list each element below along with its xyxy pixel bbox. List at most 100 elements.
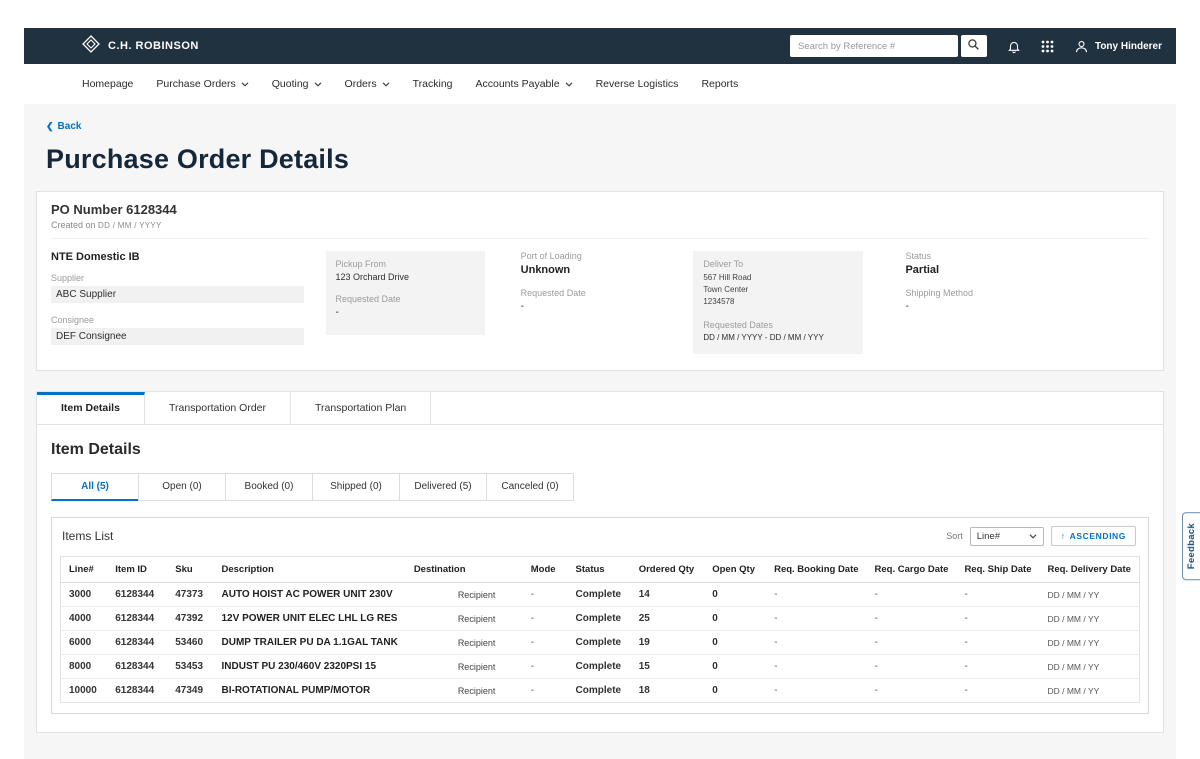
filter-tab-shipped-0[interactable]: Shipped (0) xyxy=(312,473,400,501)
port-of-loading-label: Port of Loading xyxy=(521,251,694,261)
pickup-panel: Pickup From 123 Orchard Drive Requested … xyxy=(326,251,485,335)
table-cell: DD / MM / YY xyxy=(1039,607,1139,631)
consignee-value: DEF Consignee xyxy=(51,328,304,345)
deliver-to-line: Town Center xyxy=(703,284,853,296)
table-cell: 18 xyxy=(631,679,705,703)
items-panel: Items List Sort Line# ↑ ASC xyxy=(51,517,1149,714)
nav-item-tracking[interactable]: Tracking xyxy=(413,78,453,90)
table-cell: DD / MM / YY xyxy=(1039,631,1139,655)
chevron-down-icon xyxy=(314,82,322,87)
search-button[interactable] xyxy=(961,35,987,57)
sort-label: Sort xyxy=(946,531,963,541)
table-row[interactable]: 10000612834447349BI-ROTATIONAL PUMP/MOTO… xyxy=(61,679,1139,703)
items-table-body: 3000612834447373AUTO HOIST AC POWER UNIT… xyxy=(61,583,1139,703)
nav-item-purchase-orders[interactable]: Purchase Orders xyxy=(156,78,248,90)
table-cell: - xyxy=(867,679,957,703)
back-link[interactable]: ❮Back xyxy=(46,121,81,132)
po-col-pickup: Pickup From 123 Orchard Drive Requested … xyxy=(326,251,507,354)
nav-item-homepage[interactable]: Homepage xyxy=(82,78,133,90)
nav-item-label: Accounts Payable xyxy=(476,78,560,90)
table-row[interactable]: 3000612834447373AUTO HOIST AC POWER UNIT… xyxy=(61,583,1139,607)
po-header: PO Number 6128344 Created on DD / MM / Y… xyxy=(51,202,1149,239)
sort-select[interactable]: Line# xyxy=(970,527,1044,546)
column-header-sku: Sku xyxy=(167,557,213,583)
search-input[interactable] xyxy=(790,35,958,57)
nav-item-label: Orders xyxy=(345,78,377,90)
nav-item-reports[interactable]: Reports xyxy=(701,78,738,90)
table-cell: AUTO HOIST AC POWER UNIT 230V xyxy=(214,583,406,607)
supplier-value: ABC Supplier xyxy=(51,286,304,303)
table-cell: - xyxy=(523,631,568,655)
column-header-item-id: Item ID xyxy=(107,557,167,583)
nav-item-label: Quoting xyxy=(272,78,309,90)
notifications-bell-icon[interactable] xyxy=(1007,39,1021,54)
port-of-loading-value: Unknown xyxy=(521,264,694,276)
table-cell: DUMP TRAILER PU DA 1.1GAL TANK xyxy=(214,631,406,655)
apps-grid-icon[interactable] xyxy=(1041,40,1054,53)
table-cell: 53460 xyxy=(167,631,213,655)
chevron-left-icon: ❮ xyxy=(46,121,54,132)
table-cell: - xyxy=(956,631,1039,655)
brand-name: C.H. ROBINSON xyxy=(108,40,199,52)
feedback-button[interactable]: Feedback xyxy=(1182,512,1200,580)
column-header-mode: Mode xyxy=(523,557,568,583)
items-list-title: Items List xyxy=(62,529,113,543)
table-row[interactable]: 400061283444739212V POWER UNIT ELEC LHL … xyxy=(61,607,1139,631)
table-cell: 0 xyxy=(704,631,766,655)
sort-direction-button[interactable]: ↑ ASCENDING xyxy=(1051,526,1136,546)
arrow-up-icon: ↑ xyxy=(1061,531,1066,541)
nav-item-orders[interactable]: Orders xyxy=(345,78,390,90)
table-cell: 6128344 xyxy=(107,679,167,703)
tab-transportation-order[interactable]: Transportation Order xyxy=(145,392,291,424)
table-cell: - xyxy=(867,607,957,631)
nav-item-quoting[interactable]: Quoting xyxy=(272,78,322,90)
po-col-status: Status Partial Shipping Method - xyxy=(885,251,1083,354)
port-requested-date-label: Requested Date xyxy=(521,288,694,298)
page-title: Purchase Order Details xyxy=(46,144,1176,175)
tab-transportation-plan[interactable]: Transportation Plan xyxy=(291,392,431,424)
nav-item-accounts-payable[interactable]: Accounts Payable xyxy=(476,78,573,90)
table-cell: - xyxy=(956,607,1039,631)
brand-logo-icon xyxy=(82,35,100,58)
column-header-req-booking-date: Req. Booking Date xyxy=(766,557,866,583)
filter-tab-open-0[interactable]: Open (0) xyxy=(138,473,226,501)
deliver-to-label: Deliver To xyxy=(703,259,853,269)
filter-tab-canceled-0[interactable]: Canceled (0) xyxy=(486,473,574,501)
deliver-to-address: 567 Hill RoadTown Center1234578 xyxy=(703,272,853,308)
table-cell: 14 xyxy=(631,583,705,607)
chevron-down-icon xyxy=(241,82,249,87)
po-col-port: Port of Loading Unknown Requested Date - xyxy=(507,251,694,354)
user-menu[interactable]: Tony Hinderer xyxy=(1074,39,1162,54)
nav-item-label: Reports xyxy=(701,78,738,90)
table-cell: 47392 xyxy=(167,607,213,631)
user-avatar-icon xyxy=(1074,39,1089,54)
column-header-line: Line# xyxy=(61,557,107,583)
nav-item-reverse-logistics[interactable]: Reverse Logistics xyxy=(596,78,679,90)
requested-dates-value: DD / MM / YYYY - DD / MM / YYY xyxy=(703,333,853,342)
main-tabs: Item DetailsTransportation OrderTranspor… xyxy=(37,392,1163,425)
chevron-down-icon xyxy=(1029,534,1037,539)
filter-tab-all-5[interactable]: All (5) xyxy=(51,473,139,501)
nav-item-label: Reverse Logistics xyxy=(596,78,679,90)
filter-tab-delivered-5[interactable]: Delivered (5) xyxy=(399,473,487,501)
brand[interactable]: C.H. ROBINSON xyxy=(82,35,199,58)
section-title: Item Details xyxy=(51,441,1149,459)
filter-tab-booked-0[interactable]: Booked (0) xyxy=(225,473,313,501)
sort-selected-value: Line# xyxy=(977,531,1000,542)
nav-item-label: Tracking xyxy=(413,78,453,90)
table-row[interactable]: 6000612834453460DUMP TRAILER PU DA 1.1GA… xyxy=(61,631,1139,655)
requested-dates-label: Requested Dates xyxy=(703,320,853,330)
po-number: PO Number 6128344 xyxy=(51,202,1149,217)
tab-item-details[interactable]: Item Details xyxy=(37,392,145,424)
table-cell: 10000 xyxy=(61,679,107,703)
pickup-requested-date-value: - xyxy=(336,307,475,318)
table-cell: 25 xyxy=(631,607,705,631)
pickup-from-label: Pickup From xyxy=(336,259,475,269)
table-cell: Complete xyxy=(568,631,631,655)
details-tabs-card: Item DetailsTransportation OrderTranspor… xyxy=(36,391,1164,733)
column-header-description: Description xyxy=(214,557,406,583)
items-list-header: Items List Sort Line# ↑ ASC xyxy=(52,518,1148,554)
table-cell: 47349 xyxy=(167,679,213,703)
status-label: Status xyxy=(905,251,1083,261)
table-cell: 0 xyxy=(704,583,766,607)
